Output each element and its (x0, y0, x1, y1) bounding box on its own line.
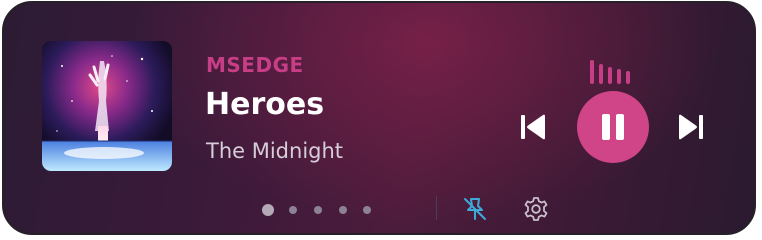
page-dot[interactable] (289, 206, 297, 214)
audio-bar (599, 64, 603, 84)
skip-next-icon (679, 114, 703, 140)
pause-icon (602, 114, 624, 140)
next-track-button[interactable] (672, 109, 710, 145)
audio-bar (617, 69, 621, 84)
skip-previous-icon (521, 114, 545, 140)
app-name: MSEDGE (206, 53, 304, 77)
audio-bar (590, 60, 594, 84)
settings-button[interactable] (521, 194, 551, 224)
page-dot-active[interactable] (262, 204, 274, 216)
album-art (42, 41, 172, 171)
play-pause-button[interactable] (577, 91, 649, 163)
media-flyout: MSEDGE Heroes The Midnight (2, 1, 756, 235)
page-dot[interactable] (314, 206, 322, 214)
page-dot[interactable] (363, 206, 371, 214)
previous-track-button[interactable] (514, 109, 552, 145)
audio-bar (626, 71, 630, 84)
track-title: Heroes (205, 87, 325, 122)
gear-icon (524, 197, 548, 221)
track-artist: The Midnight (206, 139, 344, 163)
page-dot[interactable] (339, 206, 347, 214)
unpin-icon (464, 198, 486, 220)
unpin-button[interactable] (460, 194, 490, 224)
audio-bars-icon (590, 58, 640, 84)
footer-divider (436, 196, 437, 220)
album-art-image (42, 41, 172, 171)
audio-bar (608, 67, 612, 84)
